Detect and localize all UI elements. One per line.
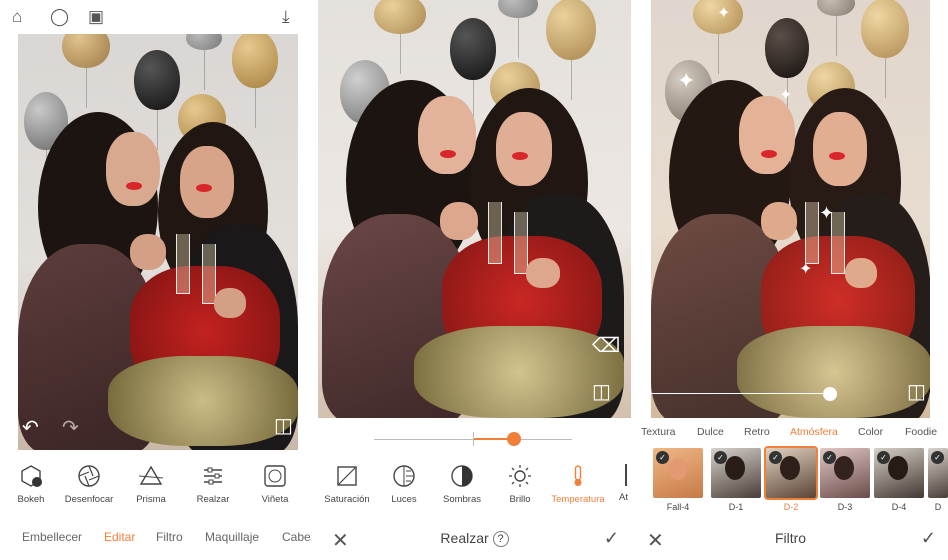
prism-icon [139, 465, 163, 485]
filter-label: D [934, 502, 942, 512]
panel-title: Realzar ? [318, 530, 631, 547]
vignette-icon [264, 465, 286, 487]
filter-panel: ✦ ✦ ✦ ✦ ✦ ◫ Textura Dulce Retro Atmósfer… [633, 0, 948, 560]
filter-thumb-d-next[interactable]: ✓ [928, 448, 948, 498]
compare-icon[interactable]: ◫ [592, 382, 611, 402]
category-color[interactable]: Color [858, 426, 883, 438]
tool-atmosfera[interactable]: At [597, 458, 631, 503]
undo-icon[interactable]: ↶ [22, 418, 39, 438]
tool-label: Prisma [136, 494, 166, 505]
tab-maquillaje[interactable]: Maquillaje [205, 530, 259, 544]
bottom-bar: ✕ Filtro ✓ [633, 522, 948, 556]
check-icon: ✓ [823, 451, 836, 464]
photo-canvas[interactable]: ⌫ ◫ [318, 0, 631, 418]
confirm-icon[interactable]: ✓ [604, 528, 619, 549]
category-atmosfera[interactable]: Atmósfera [790, 426, 838, 438]
category-foodie[interactable]: Foodie [905, 426, 937, 438]
tool-label: Realzar [196, 494, 230, 505]
photo-canvas[interactable]: ✦ ✦ ✦ ✦ ✦ ◫ [651, 0, 930, 418]
filter-label: Fall-4 [666, 502, 690, 512]
tab-cabello[interactable]: Cabe [282, 530, 311, 544]
redo-icon[interactable]: ↷ [62, 418, 79, 438]
tool-luces[interactable]: Luces [373, 458, 435, 505]
tool-bokeh[interactable]: Bokeh [0, 458, 62, 505]
filter-label: D-2 [783, 502, 799, 512]
tool-label: Luces [391, 494, 417, 505]
tool-saturacion[interactable]: Saturación [318, 458, 378, 505]
check-icon: ✓ [714, 451, 727, 464]
sliders-icon [204, 467, 222, 485]
tab-editar[interactable]: Editar [104, 530, 135, 544]
enhance-panel: ⌫ ◫ Saturación Luces Sombras Brillo Temp… [318, 0, 631, 560]
filter-intensity-track[interactable] [651, 393, 831, 394]
filter-thumb-d-1[interactable]: ✓ [711, 448, 761, 498]
thermometer-icon [574, 465, 582, 486]
photo-canvas[interactable]: ↶ ↷ ◫ [18, 34, 298, 450]
tool-label: At [619, 492, 628, 503]
compare-icon[interactable]: ◫ [274, 416, 293, 436]
sparkle-icon: ✦ [819, 203, 835, 223]
gallery-icon[interactable]: ▣ [88, 7, 104, 27]
top-toolbar: ⌂ ◯ ▣ ⤓ [0, 0, 316, 34]
aperture-icon [78, 465, 100, 487]
main-tabs: Embellecer Editar Filtro Maquillaje Cabe [0, 526, 316, 550]
filter-categories: Textura Dulce Retro Atmósfera Color Food… [633, 426, 948, 444]
filter-thumbnails: ✓ Fall-4 ✓ D-1 ✓ D-2 ✓ D-3 ✓ D-4 ✓ D [633, 446, 948, 514]
tool-brillo[interactable]: Brillo [489, 458, 551, 505]
check-icon: ✓ [656, 451, 669, 464]
saturation-icon [337, 466, 357, 486]
tool-label: Desenfocar [64, 494, 114, 505]
tool-row: Bokeh Desenfocar Prisma Realzar Viñeta [0, 458, 316, 518]
home-icon[interactable]: ⌂ [12, 7, 22, 27]
filter-label: D-3 [837, 502, 853, 512]
filter-label: D-4 [891, 502, 907, 512]
filter-thumb-d-2[interactable]: ✓ [764, 446, 818, 500]
panel-title: Filtro [774, 530, 807, 546]
tool-vineta[interactable]: Viñeta [244, 458, 306, 505]
compare-icon[interactable]: ◫ [907, 382, 926, 402]
category-textura[interactable]: Textura [641, 426, 675, 438]
category-dulce[interactable]: Dulce [697, 426, 724, 438]
slider-center-mark [473, 432, 474, 446]
tool-desenfocar[interactable]: Desenfocar [58, 458, 120, 505]
sparkle-icon: ✦ [799, 261, 813, 278]
adjust-tool-row: Saturación Luces Sombras Brillo Temperat… [318, 458, 631, 518]
tab-filtro[interactable]: Filtro [156, 530, 183, 544]
bokeh-icon [21, 465, 42, 487]
atmosphere-icon [625, 464, 627, 486]
tool-label: Brillo [509, 494, 531, 505]
eraser-icon[interactable]: ⌫ [592, 336, 620, 356]
filter-label: D-1 [728, 502, 744, 512]
check-icon: ✓ [769, 451, 782, 464]
tab-embellecer[interactable]: Embellecer [22, 530, 82, 544]
sparkle-icon: ✦ [717, 5, 731, 22]
shadows-icon [451, 465, 473, 487]
tool-label: Sombras [442, 494, 481, 505]
filter-intensity-knob[interactable] [823, 387, 837, 401]
category-retro[interactable]: Retro [744, 426, 770, 438]
brightness-icon [509, 465, 531, 487]
tool-sombras[interactable]: Sombras [431, 458, 493, 505]
bottom-bar: ✕ Realzar ? ✓ [318, 522, 631, 556]
sparkle-icon: ✦ [677, 68, 696, 93]
tool-label: Saturación [324, 494, 370, 505]
tool-realzar[interactable]: Realzar [182, 458, 244, 505]
tool-label: Viñeta [261, 494, 289, 505]
highlights-icon [393, 465, 415, 487]
edit-panel: ⌂ ◯ ▣ ⤓ ↶ ↷ ◫ Bokeh Desenfocar Prisma Re… [0, 0, 316, 560]
filter-thumb-fall-4[interactable]: ✓ [653, 448, 703, 498]
tool-label: Bokeh [17, 494, 45, 505]
help-icon[interactable]: ? [492, 531, 509, 547]
camera-icon[interactable]: ◯ [50, 7, 69, 27]
temperature-slider-knob[interactable] [507, 432, 521, 446]
check-icon: ✓ [931, 451, 944, 464]
sparkle-icon: ✦ [779, 87, 793, 104]
filter-thumb-d-3[interactable]: ✓ [820, 448, 870, 498]
download-icon[interactable]: ⤓ [282, 7, 290, 27]
filter-thumb-d-4[interactable]: ✓ [874, 448, 924, 498]
tool-prisma[interactable]: Prisma [120, 458, 182, 505]
confirm-icon[interactable]: ✓ [921, 528, 936, 549]
check-icon: ✓ [877, 451, 890, 464]
